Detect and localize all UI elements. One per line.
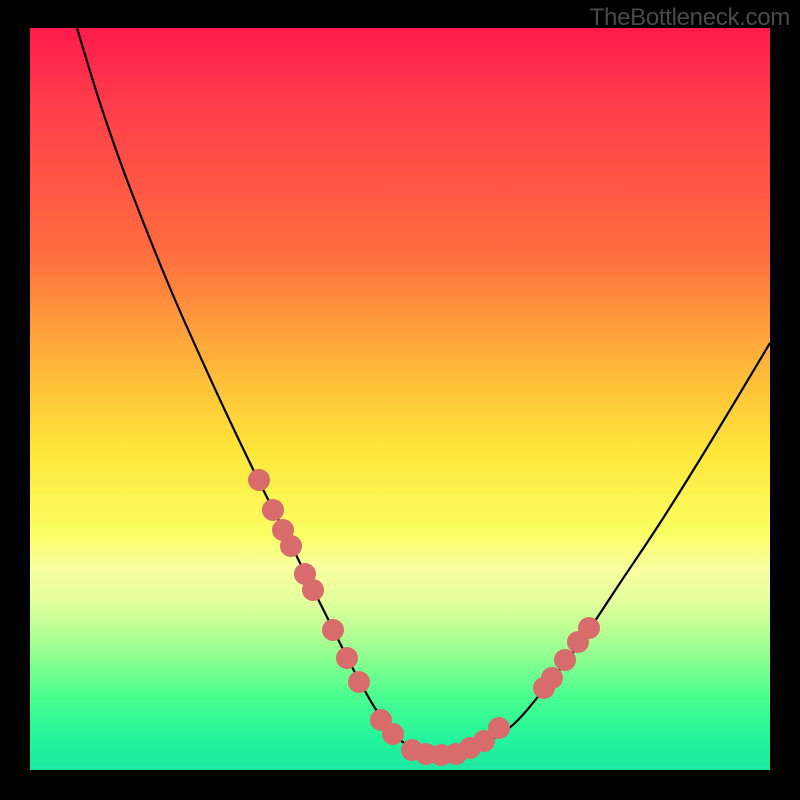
data-marker xyxy=(554,649,576,671)
data-marker xyxy=(262,499,284,521)
data-marker xyxy=(302,579,324,601)
data-marker xyxy=(578,617,600,639)
data-marker xyxy=(541,667,563,689)
data-marker xyxy=(348,671,370,693)
data-marker xyxy=(336,647,358,669)
curve-svg xyxy=(30,28,770,770)
data-marker xyxy=(322,619,344,641)
watermark-text: TheBottleneck.com xyxy=(590,4,790,32)
data-marker xyxy=(382,723,404,745)
data-marker xyxy=(248,469,270,491)
marker-group xyxy=(248,469,600,766)
bottleneck-curve xyxy=(77,28,770,754)
chart-frame: TheBottleneck.com xyxy=(0,0,800,800)
plot-area xyxy=(30,28,770,770)
data-marker xyxy=(280,535,302,557)
data-marker xyxy=(488,717,510,739)
